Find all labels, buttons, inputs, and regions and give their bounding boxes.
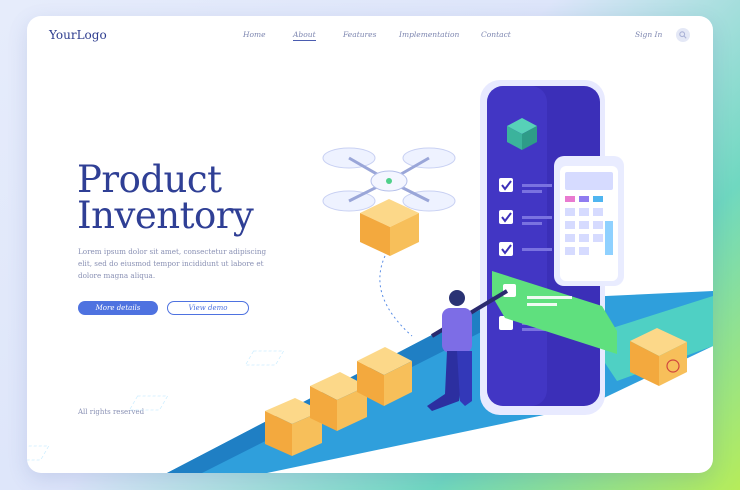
calculator xyxy=(554,156,624,286)
drone xyxy=(322,147,456,256)
landing-card: YourLogo Home About Features Implementat… xyxy=(27,16,713,473)
flight-path xyxy=(379,255,413,337)
inventory-illustration xyxy=(27,80,713,473)
